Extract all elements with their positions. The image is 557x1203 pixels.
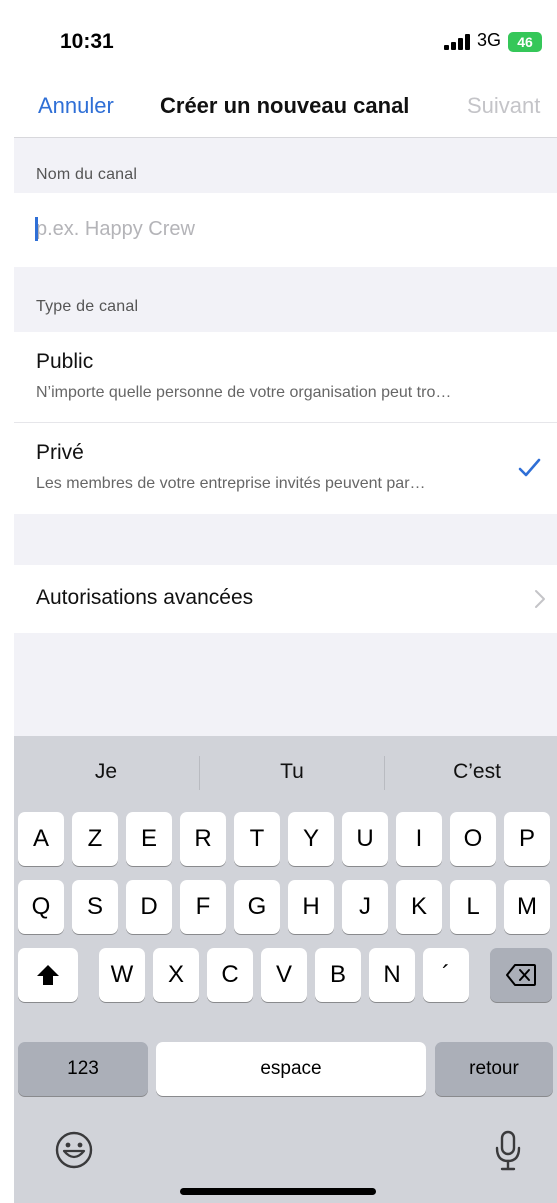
screen-edge: [0, 0, 14, 1203]
status-time: 10:31: [60, 30, 114, 53]
suggestion-bar: Je Tu C’est: [14, 736, 557, 808]
backspace-key[interactable]: [490, 948, 552, 1002]
key-w[interactable]: W: [99, 948, 145, 1002]
key-t[interactable]: T: [234, 812, 280, 866]
key-s[interactable]: S: [72, 880, 118, 934]
channel-type-title: Privé: [36, 441, 84, 464]
advanced-permissions-row[interactable]: Autorisations avancées: [14, 565, 557, 633]
channel-type-title: Public: [36, 350, 94, 373]
screen: 10:31 3G 46 Annuler Créer un nouveau can…: [14, 6, 557, 1203]
suggestion-item[interactable]: C’est: [417, 760, 537, 784]
nav-bar: Annuler Créer un nouveau canal Suivant: [14, 76, 557, 138]
key-g[interactable]: G: [234, 880, 280, 934]
key-m[interactable]: M: [504, 880, 550, 934]
key-p[interactable]: P: [504, 812, 550, 866]
key-r[interactable]: R: [180, 812, 226, 866]
return-key[interactable]: retour: [435, 1042, 553, 1096]
key-u[interactable]: U: [342, 812, 388, 866]
channel-type-description: N’importe quelle personne de votre organ…: [36, 384, 452, 401]
numbers-key[interactable]: 123: [18, 1042, 148, 1096]
text-caret: [35, 217, 38, 241]
page-title: Créer un nouveau canal: [160, 93, 410, 118]
suggestion-item[interactable]: Je: [46, 760, 166, 784]
channel-type-list: Public N’importe quelle personne de votr…: [14, 332, 557, 514]
key-c[interactable]: C: [207, 948, 253, 1002]
microphone-icon[interactable]: [494, 1130, 522, 1172]
key-y[interactable]: Y: [288, 812, 334, 866]
key-o[interactable]: O: [450, 812, 496, 866]
emoji-icon[interactable]: [54, 1130, 94, 1170]
key-j[interactable]: J: [342, 880, 388, 934]
key-k[interactable]: K: [396, 880, 442, 934]
space-key[interactable]: espace: [156, 1042, 426, 1096]
channel-type-label: Type de canal: [36, 298, 139, 315]
key-accent[interactable]: ´: [423, 948, 469, 1002]
next-button[interactable]: Suivant: [467, 93, 540, 119]
key-n[interactable]: N: [369, 948, 415, 1002]
shift-key[interactable]: [18, 948, 78, 1002]
key-h[interactable]: H: [288, 880, 334, 934]
key-f[interactable]: F: [180, 880, 226, 934]
keyboard: Je Tu C’est A Z E R T Y U I O P Q S D F …: [14, 736, 557, 1203]
key-z[interactable]: Z: [72, 812, 118, 866]
channel-name-label: Nom du canal: [36, 166, 138, 183]
key-i[interactable]: I: [396, 812, 442, 866]
key-e[interactable]: E: [126, 812, 172, 866]
shift-icon: [37, 965, 59, 985]
key-l[interactable]: L: [450, 880, 496, 934]
network-type: 3G: [477, 30, 502, 50]
channel-type-description: Les membres de votre entreprise invités …: [36, 475, 426, 492]
suggestion-item[interactable]: Tu: [232, 760, 352, 784]
status-bar: 10:31 3G 46: [14, 6, 557, 76]
key-v[interactable]: V: [261, 948, 307, 1002]
battery-icon: 46: [508, 32, 542, 52]
key-a[interactable]: A: [18, 812, 64, 866]
cancel-button[interactable]: Annuler: [38, 93, 114, 119]
key-b[interactable]: B: [315, 948, 361, 1002]
key-d[interactable]: D: [126, 880, 172, 934]
channel-name-input[interactable]: [36, 207, 536, 251]
signal-icon: [444, 34, 470, 50]
key-x[interactable]: X: [153, 948, 199, 1002]
suggestion-divider: [384, 756, 385, 790]
home-indicator[interactable]: [180, 1188, 376, 1195]
backspace-icon: [506, 964, 536, 986]
key-q[interactable]: Q: [18, 880, 64, 934]
advanced-permissions-label: Autorisations avancées: [36, 586, 254, 609]
suggestion-divider: [199, 756, 200, 790]
chevron-right-icon: [535, 590, 545, 608]
channel-type-private[interactable]: Privé Les membres de votre entreprise in…: [14, 423, 557, 514]
channel-name-row: [14, 193, 557, 267]
checkmark-icon: [518, 458, 541, 477]
channel-type-public[interactable]: Public N’importe quelle personne de votr…: [14, 332, 557, 423]
